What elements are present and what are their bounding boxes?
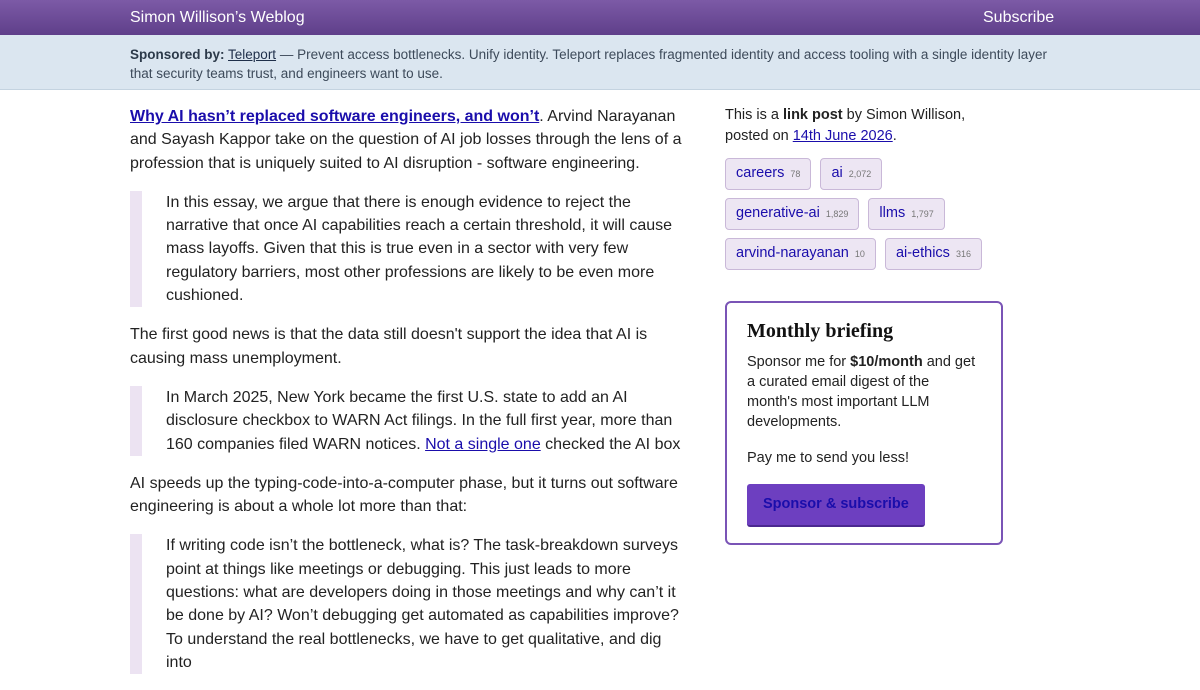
sidebar: This is a link post by Simon Willison, p… xyxy=(725,105,1005,545)
monthly-briefing-box: Monthly briefing Sponsor me for $10/mont… xyxy=(725,301,1003,545)
quote-2: In March 2025, New York became the first… xyxy=(130,385,687,456)
article-body: Why AI hasn’t replaced software engineer… xyxy=(130,105,687,690)
site-header: Simon Willison’s Weblog Subscribe xyxy=(0,0,1200,35)
post-date-link[interactable]: 14th June 2026 xyxy=(793,128,893,144)
tag-name: careers xyxy=(736,165,785,181)
meta-end: . xyxy=(892,128,897,144)
briefing-price: $10/month xyxy=(850,354,923,370)
tag-careers[interactable]: careers 78 xyxy=(725,158,812,190)
subscribe-link[interactable]: Subscribe xyxy=(983,9,1054,27)
tag-name: arvind-narayanan xyxy=(736,245,849,261)
quote-1-text: In this essay, we argue that there is en… xyxy=(166,193,673,305)
tag-llms[interactable]: llms 1,797 xyxy=(868,198,945,230)
meta-prefix: This is a xyxy=(725,107,784,123)
tag-ai[interactable]: ai 2,072 xyxy=(820,158,883,190)
tag-name: generative-ai xyxy=(736,205,820,221)
tag-count: 10 xyxy=(854,249,865,259)
quote-2-text: In March 2025, New York became the first… xyxy=(166,386,687,456)
briefing-text-2: Pay me to send you less! xyxy=(747,450,909,466)
briefing-title: Monthly briefing xyxy=(747,320,894,342)
tag-ai-ethics[interactable]: ai-ethics 316 xyxy=(884,238,982,270)
quote-3: If writing code isn’t the bottleneck, wh… xyxy=(130,534,687,675)
paragraph-2: The first good news is that the data sti… xyxy=(130,326,648,367)
tag-count: 78 xyxy=(790,169,801,179)
sponsor-link[interactable]: Teleport xyxy=(228,47,276,62)
tag-name: ai xyxy=(831,165,843,181)
sponsor-subscribe-button[interactable]: Sponsor & subscribe xyxy=(747,484,925,527)
briefing-text-before: Sponsor me for xyxy=(747,354,851,370)
tag-generative-ai[interactable]: generative-ai 1,829 xyxy=(725,198,860,230)
article-headline-link[interactable]: Why AI hasn’t replaced software engineer… xyxy=(130,108,539,125)
tag-name: llms xyxy=(879,205,906,221)
sponsor-label: Sponsored by: xyxy=(130,47,225,62)
tag-count: 316 xyxy=(955,249,971,259)
quote-2-after: checked the AI box xyxy=(540,435,681,453)
tag-count: 1,797 xyxy=(911,209,934,219)
sponsor-banner: Sponsored by: Teleport — Prevent access … xyxy=(0,35,1200,90)
tag-name: ai-ethics xyxy=(895,245,950,261)
paragraph-3: AI speeds up the typing-code-into-a-comp… xyxy=(130,474,678,516)
tag-count: 2,072 xyxy=(848,169,872,179)
quote-1: In this essay, we argue that there is en… xyxy=(130,190,687,308)
meta-bold: link post xyxy=(783,107,843,123)
article-intro: Why AI hasn’t replaced software engineer… xyxy=(130,105,687,175)
not-a-single-one-link[interactable]: Not a single one xyxy=(425,436,541,453)
quote-3-text: If writing code isn’t the bottleneck, wh… xyxy=(166,537,679,671)
tag-arvind-narayanan[interactable]: arvind-narayanan 10 xyxy=(725,238,876,270)
site-title-link[interactable]: Simon Willison’s Weblog xyxy=(130,9,305,27)
tag-list: careers 78 ai 2,072 generative-ai 1,829 … xyxy=(725,158,1005,278)
post-meta: This is a link post by Simon Willison, p… xyxy=(725,105,1005,147)
tag-count: 1,829 xyxy=(825,209,849,219)
briefing-text: Sponsor me for $10/month and get a curat… xyxy=(747,352,981,432)
